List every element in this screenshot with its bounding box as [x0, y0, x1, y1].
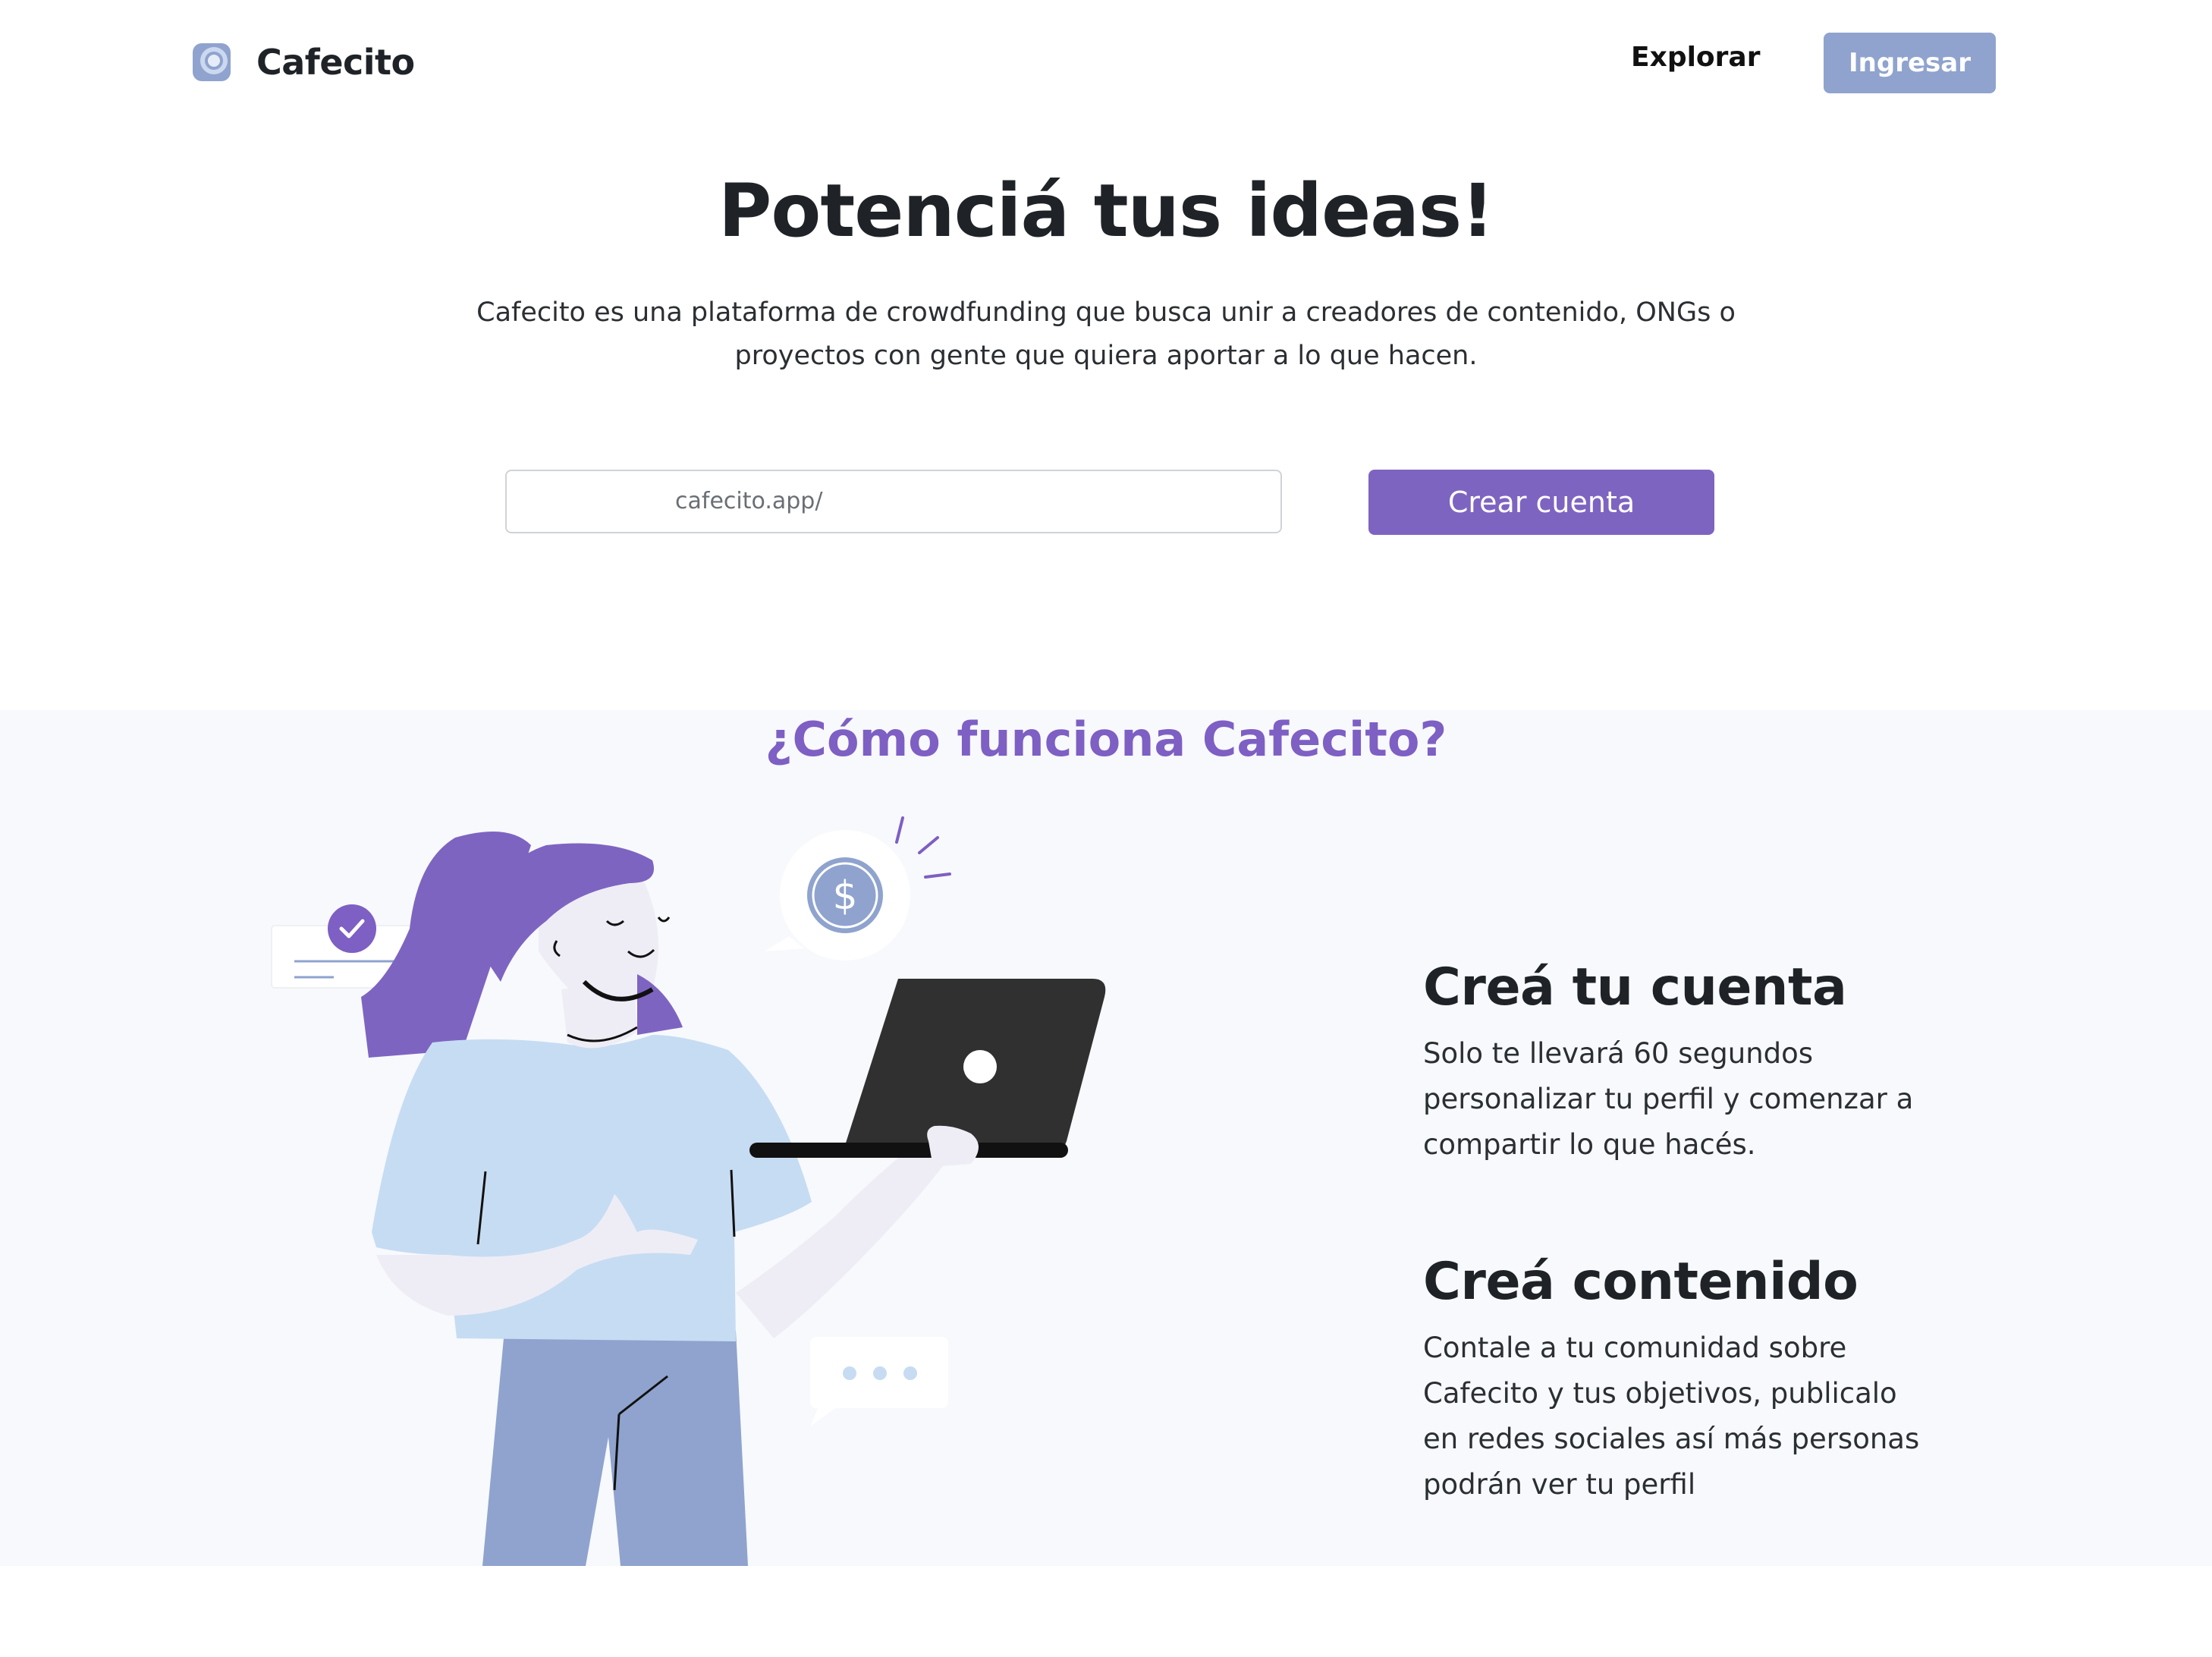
- woman-with-laptop-illustration: $: [271, 816, 1106, 1566]
- step-title: Creá tu cuenta: [1423, 957, 1847, 1017]
- login-button[interactable]: Ingresar: [1824, 33, 1996, 93]
- username-input[interactable]: [840, 479, 1268, 526]
- navbar: Cafecito Explorar Ingresar: [0, 0, 2212, 126]
- step-create-account: Creá tu cuenta Solo te llevará 60 segund…: [1423, 957, 2030, 1168]
- how-it-works-section: ¿Cómo funciona Cafecito? $ Creá tu cuent…: [0, 710, 2212, 1566]
- brand-link[interactable]: Cafecito: [191, 39, 415, 85]
- username-url-field[interactable]: cafecito.app/: [505, 470, 1282, 533]
- brand-name: Cafecito: [256, 42, 415, 83]
- explore-link[interactable]: Explorar: [1631, 42, 1760, 73]
- svg-text:$: $: [832, 873, 857, 919]
- signup-form: cafecito.app/ Crear cuenta: [505, 470, 1714, 535]
- hero-description: Cafecito es una plataforma de crowdfundi…: [476, 297, 1736, 371]
- step-text: Contale a tu comunidad sobre Cafecito y …: [1423, 1332, 1920, 1501]
- create-account-button[interactable]: Crear cuenta: [1368, 470, 1714, 535]
- coffee-cup-logo-icon: [193, 43, 231, 81]
- typing-bubble-icon: [810, 1337, 948, 1426]
- dollar-bubble-icon: $: [765, 816, 951, 961]
- how-it-works-title: ¿Cómo funciona Cafecito?: [765, 712, 1447, 767]
- step-text: Solo te llevará 60 segundos personalizar…: [1423, 1037, 1914, 1161]
- hero-title: Potenciá tus ideas!: [718, 168, 1494, 253]
- url-prefix: cafecito.app/: [675, 488, 823, 514]
- step-title: Creá contenido: [1423, 1252, 1859, 1312]
- step-create-content: Creá contenido Contale a tu comunidad so…: [1423, 1252, 2030, 1508]
